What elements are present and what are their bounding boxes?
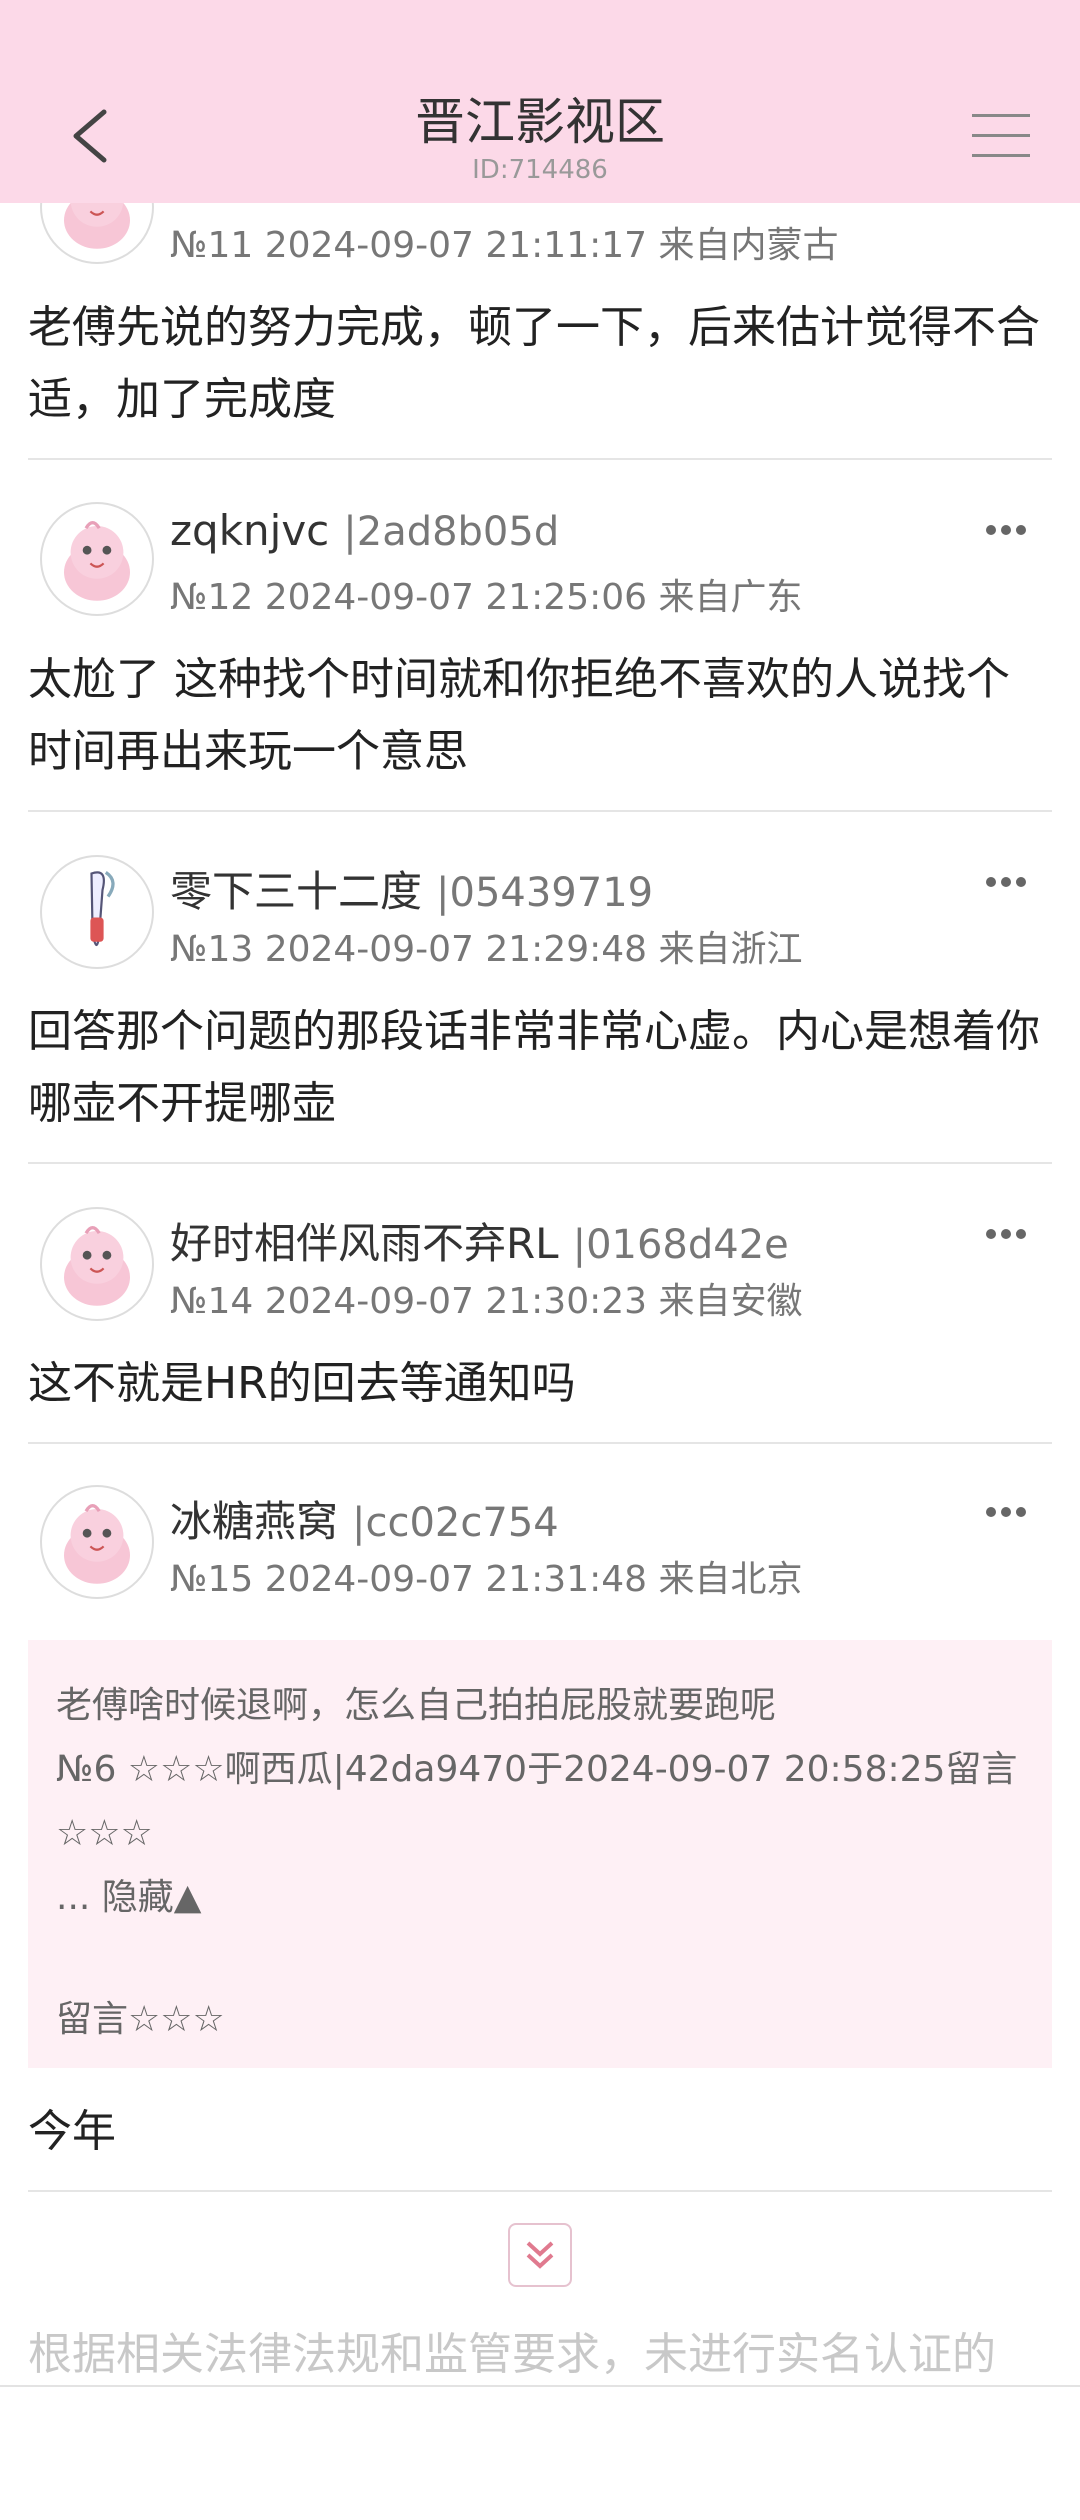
more-options-icon[interactable] <box>986 1224 1032 1244</box>
post-body: 这不就是HR的回去等通知吗 <box>28 1358 576 1409</box>
user-avatar[interactable] <box>40 1485 154 1599</box>
divider <box>28 1442 1052 1444</box>
user-avatar[interactable] <box>40 855 154 969</box>
quote-spacer <box>56 1930 1024 1988</box>
username[interactable]: zqknjvc |2ad8b05d <box>170 506 559 555</box>
post-body: 老傅先说的努力完成，顿了一下，后来估计觉得不合适，加了完成度 <box>28 302 1040 425</box>
username-text: 冰糖燕窝 <box>170 1497 339 1546</box>
real-name-notice: 根据相关法律法规和监管要求，未进行实名认证的 <box>28 2329 996 2380</box>
top-bar: 晋江影视区 ID:714486 <box>0 0 1080 203</box>
post-meta: №12 2024-09-07 21:25:06 来自广东 <box>170 577 803 618</box>
hamburger-menu-icon <box>972 114 1030 157</box>
more-options-icon[interactable] <box>986 520 1032 540</box>
divider <box>28 2190 1052 2192</box>
bottom-bar <box>0 2385 1080 2520</box>
quote-text: 老傅啥时候退啊，怎么自己拍拍屁股就要跑呢 <box>56 1685 777 1726</box>
post-meta: №15 2024-09-07 21:31:48 来自北京 <box>170 1559 803 1600</box>
reply-link[interactable]: 留言☆☆☆ <box>56 1988 1024 2052</box>
more-options-icon[interactable] <box>986 1502 1032 1522</box>
post-body: 今年 <box>28 2106 116 2157</box>
expand-more-button[interactable] <box>508 2223 572 2287</box>
post-meta: №14 2024-09-07 21:30:23 来自安徽 <box>170 1281 803 1322</box>
post-meta: №11 2024-09-07 21:11:17 来自内蒙古 <box>170 225 839 266</box>
divider <box>28 1162 1052 1164</box>
user-id: |cc02c754 <box>352 1500 559 1546</box>
username[interactable]: 好时相伴风雨不弃RL |0168d42e <box>170 1210 789 1271</box>
user-avatar[interactable] <box>40 1207 154 1321</box>
username-text: zqknjvc <box>170 506 330 555</box>
username[interactable]: 零下三十二度 |05439719 <box>170 858 653 919</box>
user-avatar[interactable] <box>40 502 154 616</box>
quote-reference-cont: ☆☆☆ <box>56 1813 153 1854</box>
hide-toggle[interactable]: ... 隐藏▲ <box>56 1866 1024 1930</box>
post-body: 太尬了 这种找个时间就和你拒绝不喜欢的人说找个时间再出来玩一个意思 <box>28 654 1010 777</box>
double-chevron-down-icon <box>526 2241 554 2269</box>
page-title: 晋江影视区 <box>415 93 665 151</box>
user-id: |2ad8b05d <box>343 509 560 555</box>
more-options-icon[interactable] <box>986 872 1032 892</box>
divider <box>28 810 1052 812</box>
post-body: 回答那个问题的那段话非常非常心虚。内心是想着你哪壶不开提哪壶 <box>28 1006 1040 1129</box>
post-list: №11 2024-09-07 21:11:17 来自内蒙古 老傅先说的努力完成，… <box>0 0 1080 2385</box>
username[interactable]: 冰糖燕窝 |cc02c754 <box>170 1488 559 1549</box>
username-text: 零下三十二度 <box>170 867 423 916</box>
post-meta: №13 2024-09-07 21:29:48 来自浙江 <box>170 929 803 970</box>
username-text: 好时相伴风雨不弃RL <box>170 1219 559 1268</box>
user-id: |0168d42e <box>572 1222 789 1268</box>
divider <box>28 458 1052 460</box>
forum-id: ID:714486 <box>472 155 608 185</box>
user-id: |05439719 <box>436 870 654 916</box>
menu-button[interactable] <box>972 110 1030 162</box>
quoted-reply: 老傅啥时候退啊，怎么自己拍拍屁股就要跑呢 №6 ☆☆☆啊西瓜|42da9470于… <box>28 1640 1052 2068</box>
quote-reference: №6 ☆☆☆啊西瓜|42da9470于2024-09-07 20:58:25留言 <box>56 1749 1018 1790</box>
